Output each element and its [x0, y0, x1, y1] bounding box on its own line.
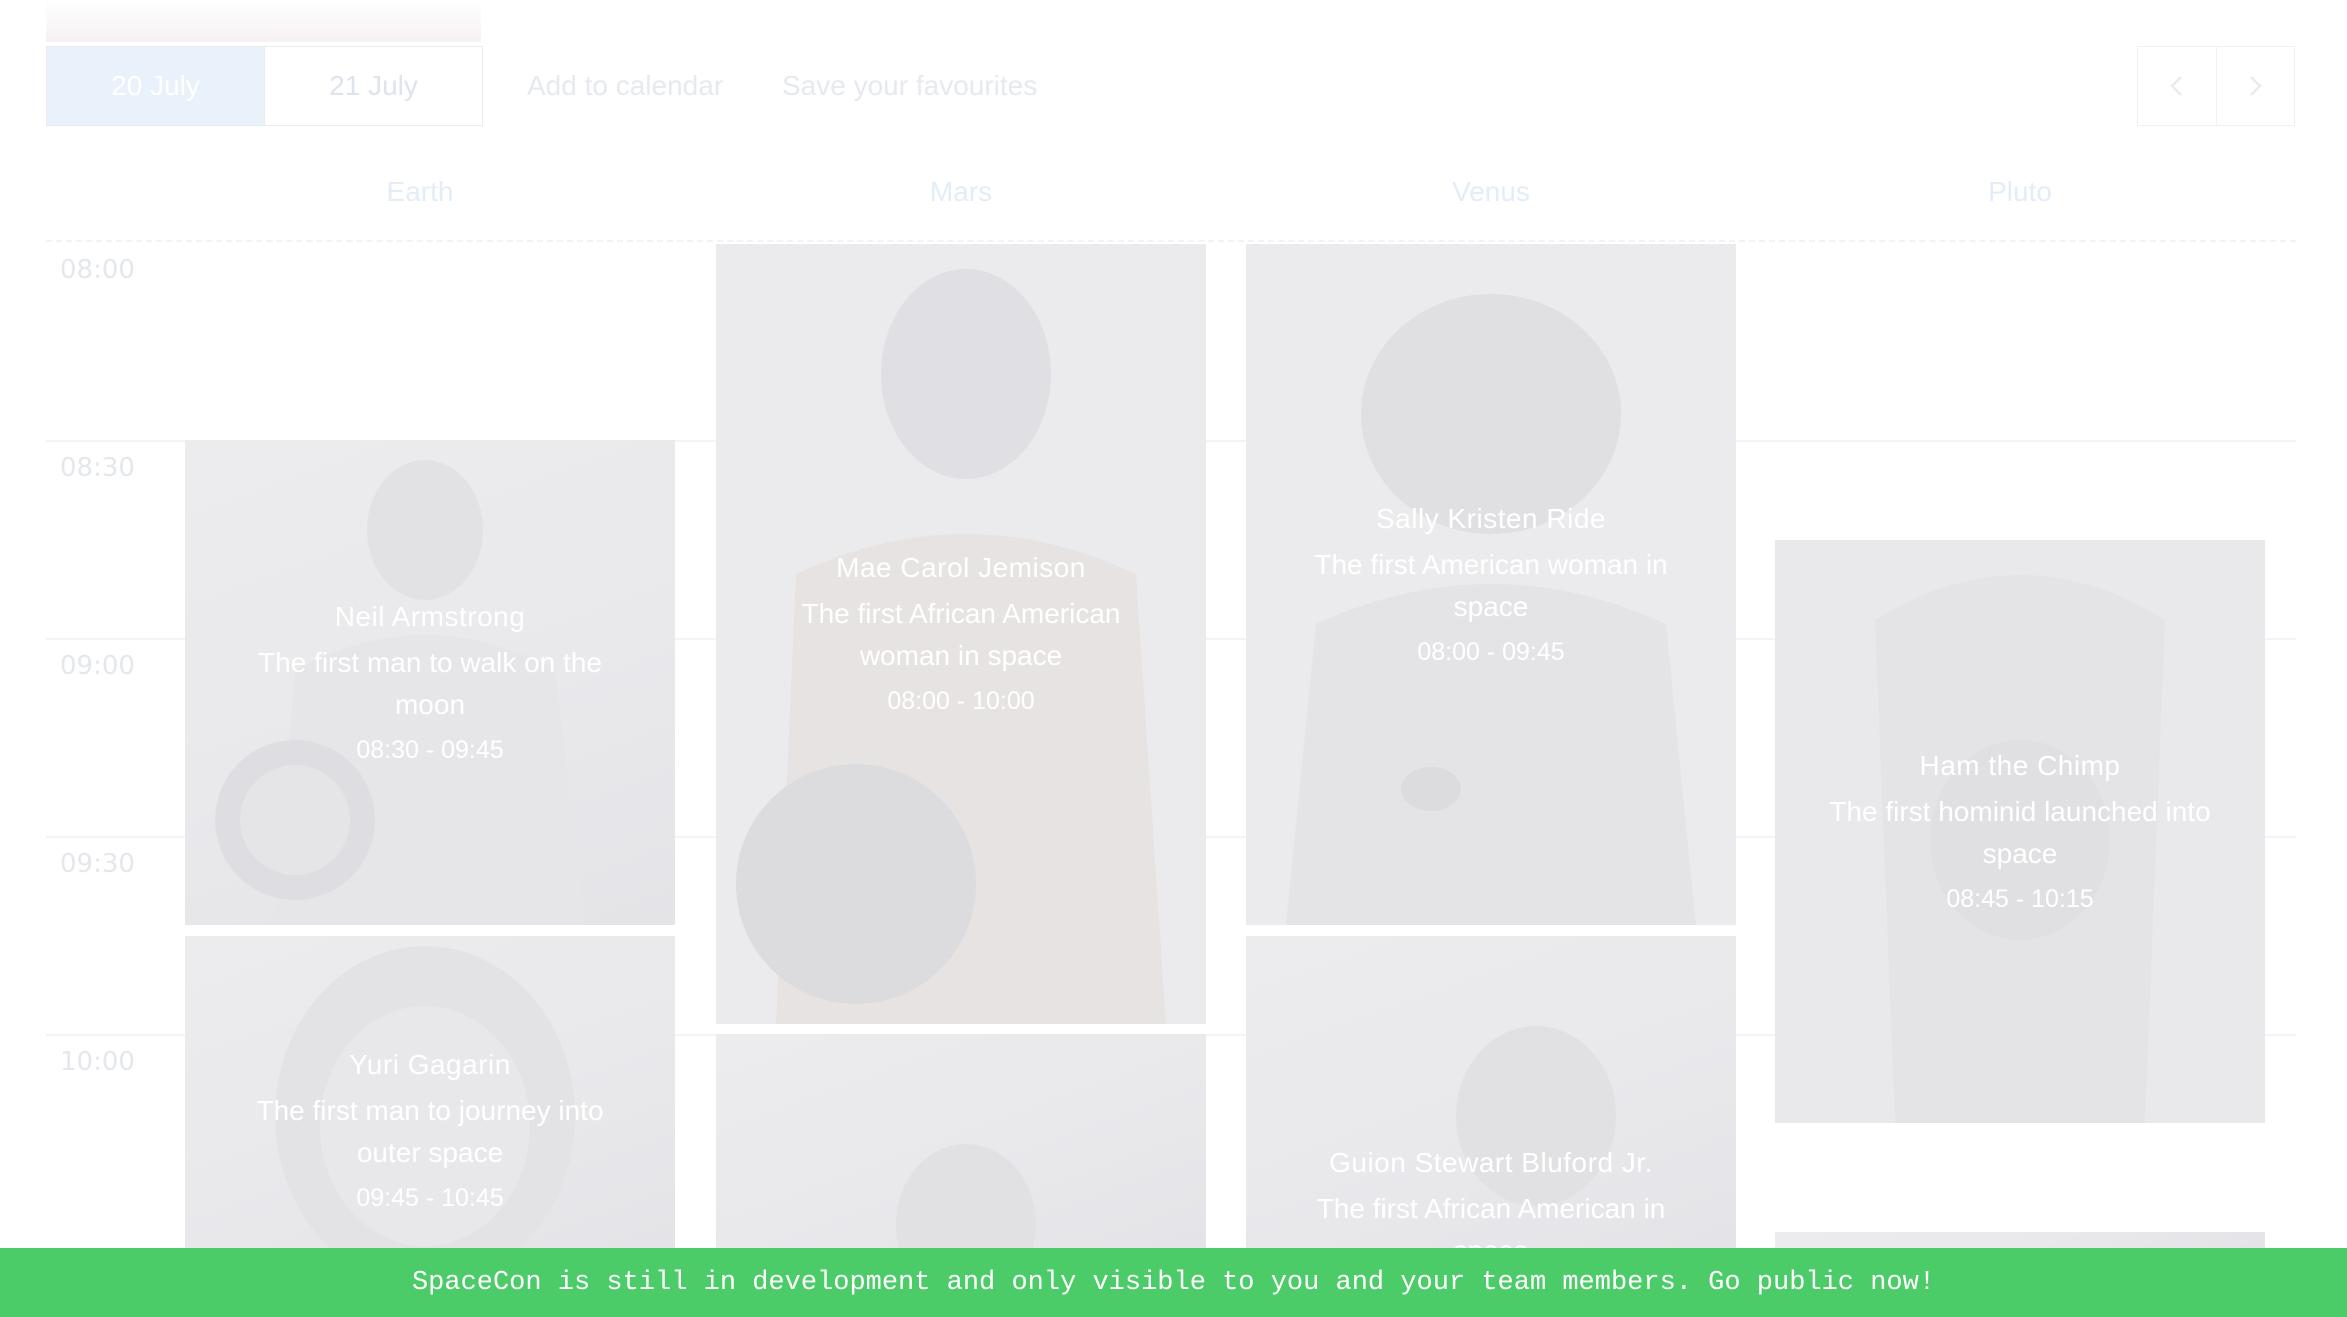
chevron-left-icon — [2169, 76, 2182, 96]
column-header-venus: Venus — [1452, 176, 1530, 207]
event-speaker-name: Neil Armstrong — [334, 600, 526, 632]
time-label: 08:00 — [60, 255, 135, 285]
faded-top-strip — [46, 0, 481, 42]
event-speaker-name: Yuri Gagarin — [349, 1049, 511, 1080]
day-tabs: 20 July 21 July — [46, 46, 483, 126]
column-header-pluto: Pluto — [1988, 176, 2052, 207]
event-card-yuri-gagarin[interactable]: Yuri Gagarin The first man to journey in… — [185, 936, 675, 1248]
event-card-pluto-next[interactable] — [1775, 1232, 2265, 1248]
event-time: 08:45 - 10:15 — [1946, 884, 2094, 913]
add-to-calendar-link[interactable]: Add to calendar — [527, 46, 723, 126]
time-label: 10:00 — [60, 1047, 135, 1077]
event-card-guion-stewart-bluford[interactable]: Guion Stewart Bluford Jr. The first Afri… — [1246, 936, 1736, 1248]
event-card-mae-carol-jemison[interactable]: Mae Carol Jemison The first African Amer… — [716, 244, 1206, 1024]
event-time: 08:00 - 09:45 — [1417, 638, 1565, 666]
event-card-neil-armstrong[interactable]: Neil Armstrong The first man to walk on … — [185, 440, 675, 925]
save-favourites-link[interactable]: Save your favourites — [782, 46, 1037, 126]
schedule-page: 20 July 21 July Add to calendar Save you… — [0, 0, 2347, 1317]
chevron-right-icon — [2250, 76, 2263, 96]
event-description: The first African American woman in spac… — [801, 598, 1121, 671]
event-description: The first American woman in space — [1314, 549, 1668, 622]
previous-button[interactable] — [2138, 47, 2216, 125]
time-label: 09:30 — [60, 849, 135, 879]
day-tab-21-july[interactable]: 21 July — [265, 47, 482, 125]
event-card-ham-the-chimp[interactable]: Ham the Chimp The first hominid launched… — [1775, 540, 2265, 1123]
event-description: The first African American in space — [1316, 1193, 1666, 1248]
time-label: 08:30 — [60, 453, 135, 483]
event-time: 09:45 - 10:45 — [356, 1184, 504, 1212]
time-label: 09:00 — [60, 651, 135, 681]
event-description: The first man to walk on the moon — [258, 646, 602, 720]
event-description: The first man to journey into outer spac… — [256, 1095, 604, 1168]
development-banner[interactable]: SpaceCon is still in development and onl… — [0, 1248, 2347, 1317]
event-speaker-name: Ham the Chimp — [1919, 749, 2121, 781]
event-speaker-name: Guion Stewart Bluford Jr. — [1329, 1147, 1653, 1178]
event-card-sally-kristen-ride[interactable]: Sally Kristen Ride The first American wo… — [1246, 244, 1736, 925]
next-button[interactable] — [2215, 47, 2295, 125]
event-speaker-name: Sally Kristen Ride — [1376, 503, 1606, 534]
column-header-earth: Earth — [386, 176, 454, 207]
event-time: 08:00 - 10:00 — [887, 687, 1035, 715]
day-navigation — [2137, 46, 2295, 126]
event-speaker-name: Mae Carol Jemison — [836, 552, 1086, 583]
event-card-mars-next[interactable] — [716, 1034, 1206, 1248]
column-header-mars: Mars — [929, 176, 993, 207]
event-description: The first hominid launched into space — [1829, 795, 2211, 869]
day-tab-20-july[interactable]: 20 July — [47, 47, 265, 125]
speaker-photo — [896, 1144, 1036, 1248]
grid-line — [46, 240, 2296, 242]
event-time: 08:30 - 09:45 — [356, 735, 504, 764]
